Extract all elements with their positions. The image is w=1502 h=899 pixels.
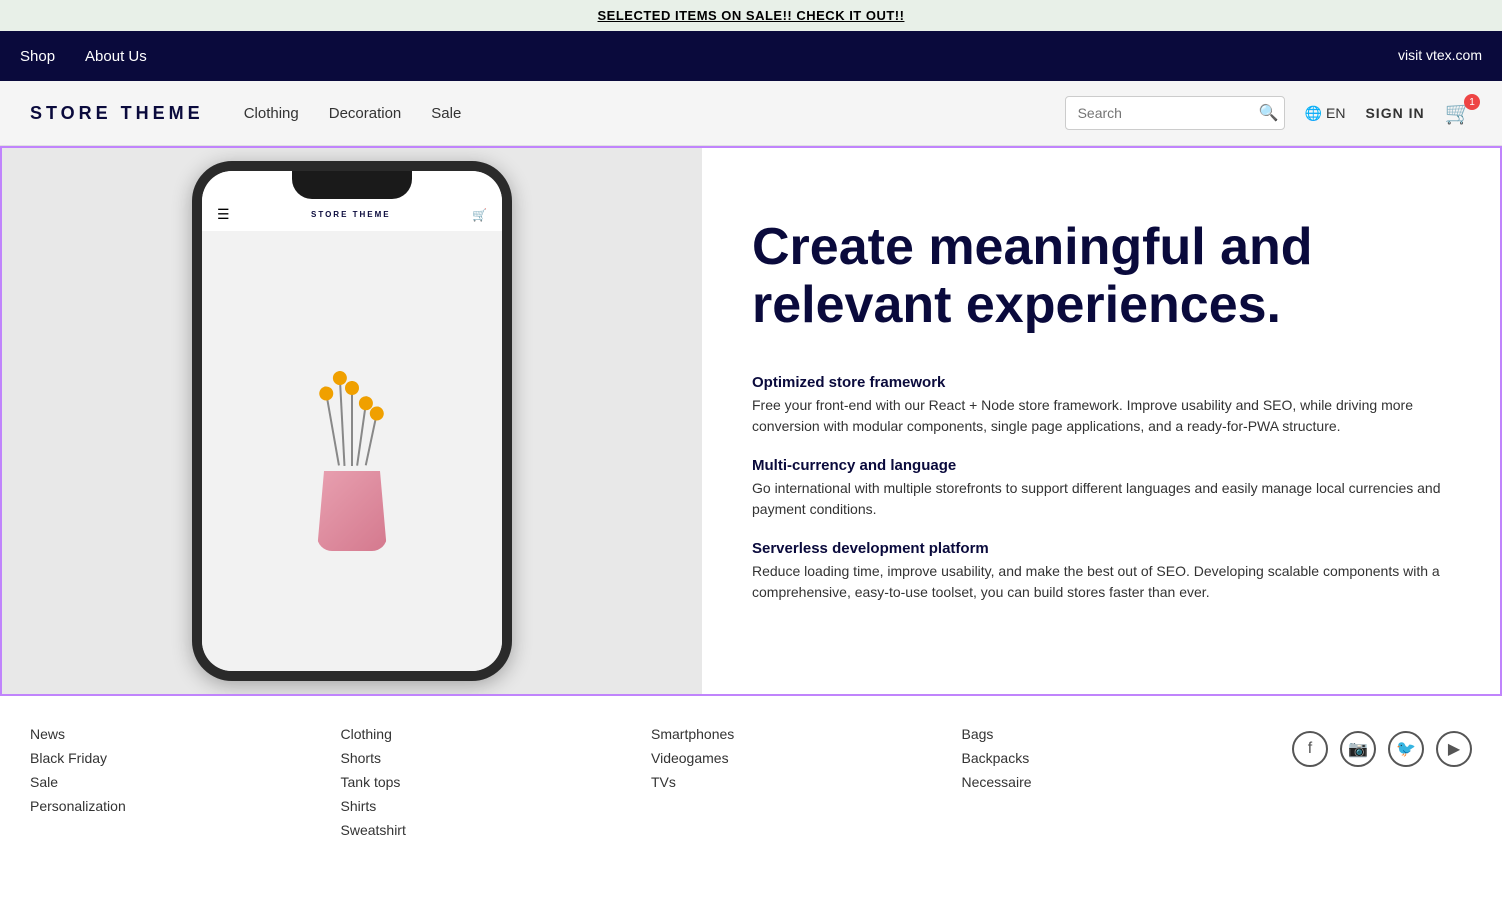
footer-backpacks-link[interactable]: Backpacks — [962, 750, 1273, 766]
instagram-icon[interactable]: 📷 — [1340, 731, 1376, 767]
youtube-icon[interactable]: ▶ — [1436, 731, 1472, 767]
footer-necessaire-link[interactable]: Necessaire — [962, 774, 1273, 790]
footer-bags-link[interactable]: Bags — [962, 726, 1273, 742]
announcement-link[interactable]: SELECTED ITEMS ON SALE!! CHECK IT OUT!! — [598, 8, 905, 23]
main-nav-right: 🔍 🌐 EN SIGN IN 🛒 1 — [1065, 96, 1472, 130]
footer-news-link[interactable]: News — [30, 726, 341, 742]
shop-link[interactable]: Shop — [20, 48, 55, 65]
vase-stems — [331, 371, 373, 466]
ball-2 — [333, 371, 348, 386]
footer-social: f 📷 🐦 ▶ — [1272, 726, 1472, 838]
decoration-nav-link[interactable]: Decoration — [329, 105, 402, 122]
hero-feature-2-title: Multi-currency and language — [752, 457, 1450, 474]
stem-1 — [324, 386, 340, 465]
ball-5 — [368, 405, 385, 422]
footer-sweatshirt-link[interactable]: Sweatshirt — [341, 822, 652, 838]
footer-tvs-link[interactable]: TVs — [651, 774, 962, 790]
footer-personalization-link[interactable]: Personalization — [30, 798, 341, 814]
search-icon: 🔍 — [1259, 103, 1279, 123]
hero-feature-1-desc: Free your front-end with our React + Nod… — [752, 395, 1450, 437]
footer-col-2: Clothing Shorts Tank tops Shirts Sweatsh… — [341, 726, 652, 838]
vase-illustration — [317, 371, 387, 551]
footer-videogames-link[interactable]: Videogames — [651, 750, 962, 766]
footer-col-3: Smartphones Videogames TVs — [651, 726, 962, 838]
footer-black-friday-link[interactable]: Black Friday — [30, 750, 341, 766]
hero-left: ☰ STORE THEME 🛒 — [2, 148, 702, 694]
announcement-bar: SELECTED ITEMS ON SALE!! CHECK IT OUT!! — [0, 0, 1502, 31]
top-nav-left: Shop About Us — [20, 48, 147, 65]
footer-shirts-link[interactable]: Shirts — [341, 798, 652, 814]
ball-1 — [318, 385, 334, 401]
hero-title: Create meaningful and relevant experienc… — [752, 219, 1450, 333]
hero-feature-3-title: Serverless development platform — [752, 540, 1450, 557]
footer-tank-tops-link[interactable]: Tank tops — [341, 774, 652, 790]
phone-menu-icon: ☰ — [217, 206, 230, 223]
footer: News Black Friday Sale Personalization C… — [0, 696, 1502, 868]
hero-feature-2-desc: Go international with multiple storefron… — [752, 478, 1450, 520]
footer-clothing-link[interactable]: Clothing — [341, 726, 652, 742]
hero-feature-1-title: Optimized store framework — [752, 374, 1450, 391]
hero-feature-3: Serverless development platform Reduce l… — [752, 540, 1450, 603]
sign-in-button[interactable]: SIGN IN — [1365, 105, 1424, 121]
language-selector[interactable]: 🌐 EN — [1305, 105, 1346, 122]
clothing-nav-link[interactable]: Clothing — [244, 105, 299, 122]
cart-button[interactable]: 🛒 1 — [1445, 100, 1472, 126]
footer-shorts-link[interactable]: Shorts — [341, 750, 652, 766]
phone-screen: ☰ STORE THEME 🛒 — [202, 171, 502, 671]
phone-notch — [292, 171, 412, 199]
twitter-icon[interactable]: 🐦 — [1388, 731, 1424, 767]
cart-badge: 1 — [1464, 94, 1480, 110]
main-nav-links: Clothing Decoration Sale — [244, 105, 1065, 122]
store-logo: STORE THEME — [30, 103, 204, 124]
sale-nav-link[interactable]: Sale — [431, 105, 461, 122]
hero-feature-1: Optimized store framework Free your fron… — [752, 374, 1450, 437]
top-nav-right: visit vtex.com — [1398, 47, 1482, 65]
phone-cart-icon: 🛒 — [472, 208, 487, 222]
language-label: EN — [1326, 105, 1345, 121]
phone-mockup: ☰ STORE THEME 🛒 — [192, 161, 512, 681]
phone-content — [202, 231, 502, 671]
footer-smartphones-link[interactable]: Smartphones — [651, 726, 962, 742]
about-us-link[interactable]: About Us — [85, 48, 147, 65]
footer-sale-link[interactable]: Sale — [30, 774, 341, 790]
hero-feature-2: Multi-currency and language Go internati… — [752, 457, 1450, 520]
stem-3 — [351, 381, 353, 466]
stem-5 — [365, 406, 379, 465]
search-box[interactable]: 🔍 — [1065, 96, 1285, 130]
hero-section: ☰ STORE THEME 🛒 — [0, 146, 1502, 696]
search-input[interactable] — [1078, 105, 1259, 121]
hero-right: Create meaningful and relevant experienc… — [702, 148, 1500, 694]
main-nav: STORE THEME Clothing Decoration Sale 🔍 🌐… — [0, 81, 1502, 146]
footer-col-1: News Black Friday Sale Personalization — [30, 726, 341, 838]
facebook-icon[interactable]: f — [1292, 731, 1328, 767]
vase-body — [317, 471, 387, 551]
visit-vtex-link[interactable]: visit vtex.com — [1398, 47, 1482, 63]
ball-3 — [345, 381, 359, 395]
phone-logo: STORE THEME — [311, 210, 391, 219]
top-nav: Shop About Us visit vtex.com — [0, 31, 1502, 81]
globe-icon: 🌐 — [1305, 105, 1322, 122]
footer-col-4: Bags Backpacks Necessaire — [962, 726, 1273, 838]
hero-feature-3-desc: Reduce loading time, improve usability, … — [752, 561, 1450, 603]
